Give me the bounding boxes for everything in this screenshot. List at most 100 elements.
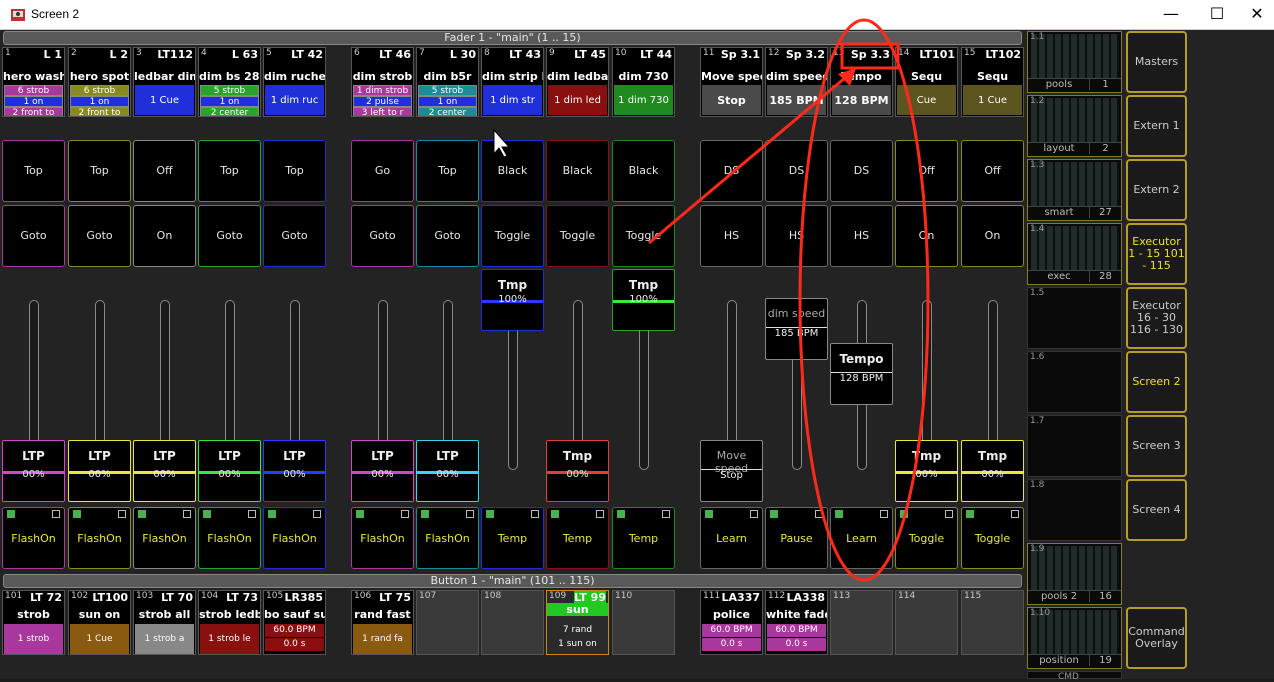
tmp-fader-knob[interactable]: Tmp 100% <box>481 269 544 331</box>
view-button-1.3[interactable]: 1.3 smart 27 <box>1027 159 1122 221</box>
button-exec-108[interactable]: 108 <box>481 590 544 655</box>
screen-button-1[interactable]: Masters <box>1126 31 1187 93</box>
button-exec-105[interactable]: 105 LR385 bo sauf su 60.0 BPM 0.0 s <box>263 590 326 655</box>
exec-top-button-6[interactable]: Go <box>351 140 414 202</box>
button-exec-102[interactable]: 102 LT100 sun on 1 Cue <box>68 590 131 655</box>
flash-button-6[interactable]: FlashOn <box>351 507 414 569</box>
button-exec-106[interactable]: 106 LT 75 rand fast 1 rand fa <box>351 590 414 655</box>
fader-header-6[interactable]: 6 LT 46 dim strob 1 dim strob 2 pulse 3 left … <box>351 47 414 117</box>
speed-button[interactable]: 128 BPM <box>832 85 891 115</box>
fader-header-5[interactable]: 5 LT 42 dim ruche 1 dim ruc <box>263 47 326 117</box>
button-exec-107[interactable]: 107 <box>416 590 479 655</box>
view-button-1.6[interactable]: 1.6 <box>1027 351 1122 413</box>
fader-header-15[interactable]: 15 LT102 Sequ 1 Cue <box>961 47 1024 117</box>
button-exec-113[interactable]: 113 <box>830 590 893 655</box>
exec-mid-button-1[interactable]: Goto <box>2 205 65 267</box>
screen-button-4[interactable]: Executor 1 - 15 101 - 115 <box>1126 223 1187 285</box>
button-exec-112[interactable]: 112 LA338 white fade 60.0 BPM 0.0 s <box>765 590 828 655</box>
button-exec-103[interactable]: 103 LT 70 strob all 1 strob a <box>133 590 196 655</box>
fader-knob-15[interactable]: Tmp 00% <box>961 440 1024 502</box>
fader-header-9[interactable]: 9 LT 45 dim ledbar 1 dim led <box>546 47 609 117</box>
button-exec-101[interactable]: 101 LT 72 strob 1 strob <box>2 590 65 655</box>
exec-top-button-7[interactable]: Top <box>416 140 479 202</box>
exec-top-button-11[interactable]: DS <box>700 140 763 202</box>
screen-button-3[interactable]: Extern 2 <box>1126 159 1187 221</box>
exec-top-button-14[interactable]: Off <box>895 140 958 202</box>
dim-speed-knob[interactable]: dim speed 185 BPM <box>765 298 828 360</box>
close-button[interactable]: ✕ <box>1240 0 1274 30</box>
exec-top-button-1[interactable]: Top <box>2 140 65 202</box>
fader-knob-14[interactable]: Tmp 00% <box>895 440 958 502</box>
screen-button-9[interactable] <box>1126 543 1187 605</box>
fader-header-10[interactable]: 10 LT 44 dim 730 1 dim 730 <box>612 47 675 117</box>
maximize-button[interactable]: ☐ <box>1194 0 1240 30</box>
flash-button-14[interactable]: Toggle <box>895 507 958 569</box>
exec-top-button-13[interactable]: DS <box>830 140 893 202</box>
fader-header-8[interactable]: 8 LT 43 dim strip l 1 dim str <box>481 47 544 117</box>
exec-top-button-4[interactable]: Top <box>198 140 261 202</box>
screen-button-6[interactable]: Screen 2 <box>1126 351 1187 413</box>
screen-button-10[interactable]: Command Overlay <box>1126 607 1187 669</box>
flash-button-8[interactable]: Temp <box>481 507 544 569</box>
flash-button-13[interactable]: Learn <box>830 507 893 569</box>
button-exec-110[interactable]: 110 <box>612 590 675 655</box>
fader-header-4[interactable]: 4 L 63 dim bs 280 5 strob1 on2 center <box>198 47 261 117</box>
fader-knob-6[interactable]: LTP 00% <box>351 440 414 502</box>
flash-button-2[interactable]: FlashOn <box>68 507 131 569</box>
view-button-1.5[interactable]: 1.5 <box>1027 287 1122 349</box>
tmp-fader-knob[interactable]: Tmp 100% <box>612 269 675 331</box>
screen-button-2[interactable]: Extern 1 <box>1126 95 1187 157</box>
exec-mid-button-13[interactable]: HS <box>830 205 893 267</box>
flash-button-3[interactable]: FlashOn <box>133 507 196 569</box>
button-exec-114[interactable]: 114 <box>895 590 958 655</box>
minimize-button[interactable]: — <box>1148 0 1194 30</box>
flash-button-12[interactable]: Pause <box>765 507 828 569</box>
view-button-1.7[interactable]: 1.7 <box>1027 415 1122 477</box>
fader-header-7[interactable]: 7 L 30 dim b5r 5 strob 1 on 2 center <box>416 47 479 117</box>
button-exec-115[interactable]: 115 <box>961 590 1024 655</box>
exec-top-button-2[interactable]: Top <box>68 140 131 202</box>
exec-mid-button-7[interactable]: Goto <box>416 205 479 267</box>
flash-button-10[interactable]: Temp <box>612 507 675 569</box>
fader-header-12[interactable]: 12 Sp 3.2 dim speed 185 BPM <box>765 47 828 117</box>
exec-top-button-8[interactable]: Black <box>481 140 544 202</box>
fader-knob-9[interactable]: Tmp 00% <box>546 440 609 502</box>
exec-top-button-10[interactable]: Black <box>612 140 675 202</box>
fader-header-11[interactable]: 11 Sp 3.1 Move spee Stop <box>700 47 763 117</box>
exec-mid-button-4[interactable]: Goto <box>198 205 261 267</box>
exec-top-button-3[interactable]: Off <box>133 140 196 202</box>
flash-button-7[interactable]: FlashOn <box>416 507 479 569</box>
fader-knob-5[interactable]: LTP 00% <box>263 440 326 502</box>
exec-mid-button-9[interactable]: Toggle <box>546 205 609 267</box>
exec-mid-button-5[interactable]: Goto <box>263 205 326 267</box>
flash-button-11[interactable]: Learn <box>700 507 763 569</box>
fader-header-3[interactable]: 3 LT112 ledbar dim 1 Cue <box>133 47 196 117</box>
view-button-1.1[interactable]: 1.1 pools 1 <box>1027 31 1122 93</box>
view-button-1.4[interactable]: 1.4 exec 28 <box>1027 223 1122 285</box>
fader-header-2[interactable]: 2 L 2 hero spot 6 strob 1 on 2 front to <box>68 47 131 117</box>
exec-top-button-5[interactable]: Top <box>263 140 326 202</box>
fader-knob-4[interactable]: LTP 00% <box>198 440 261 502</box>
fader-header-14[interactable]: 14 LT101 Sequ Cue <box>895 47 958 117</box>
exec-mid-button-15[interactable]: On <box>961 205 1024 267</box>
view-button-1.8[interactable]: 1.8 <box>1027 479 1122 541</box>
view-button-1.10[interactable]: 1.10 position 19 <box>1027 607 1122 669</box>
exec-mid-button-12[interactable]: HS <box>765 205 828 267</box>
button-exec-104[interactable]: 104 LT 73 strob ledb 1 strob le <box>198 590 261 655</box>
exec-mid-button-10[interactable]: Toggle <box>612 205 675 267</box>
fader-header-13[interactable]: 13 Sp 3.3 Tempo 128 BPM <box>830 47 893 117</box>
flash-button-9[interactable]: Temp <box>546 507 609 569</box>
tempo-speed-knob[interactable]: Tempo 128 BPM <box>830 343 893 405</box>
exec-mid-button-14[interactable]: On <box>895 205 958 267</box>
button-exec-109[interactable]: 109 LT 99 sun 7 rand 1 sun on <box>546 590 609 655</box>
flash-button-15[interactable]: Toggle <box>961 507 1024 569</box>
flash-button-4[interactable]: FlashOn <box>198 507 261 569</box>
speed-button[interactable]: 185 BPM <box>767 85 826 115</box>
button-exec-111[interactable]: 111 LA337 police 60.0 BPM 0.0 s <box>700 590 763 655</box>
fader-knob-2[interactable]: LTP 00% <box>68 440 131 502</box>
exec-mid-button-8[interactable]: Toggle <box>481 205 544 267</box>
fader-knob-3[interactable]: LTP 00% <box>133 440 196 502</box>
speed-button[interactable]: Stop <box>702 85 761 115</box>
view-button-1.9[interactable]: 1.9 pools 2 16 <box>1027 543 1122 605</box>
fader-knob-1[interactable]: LTP 00% <box>2 440 65 502</box>
